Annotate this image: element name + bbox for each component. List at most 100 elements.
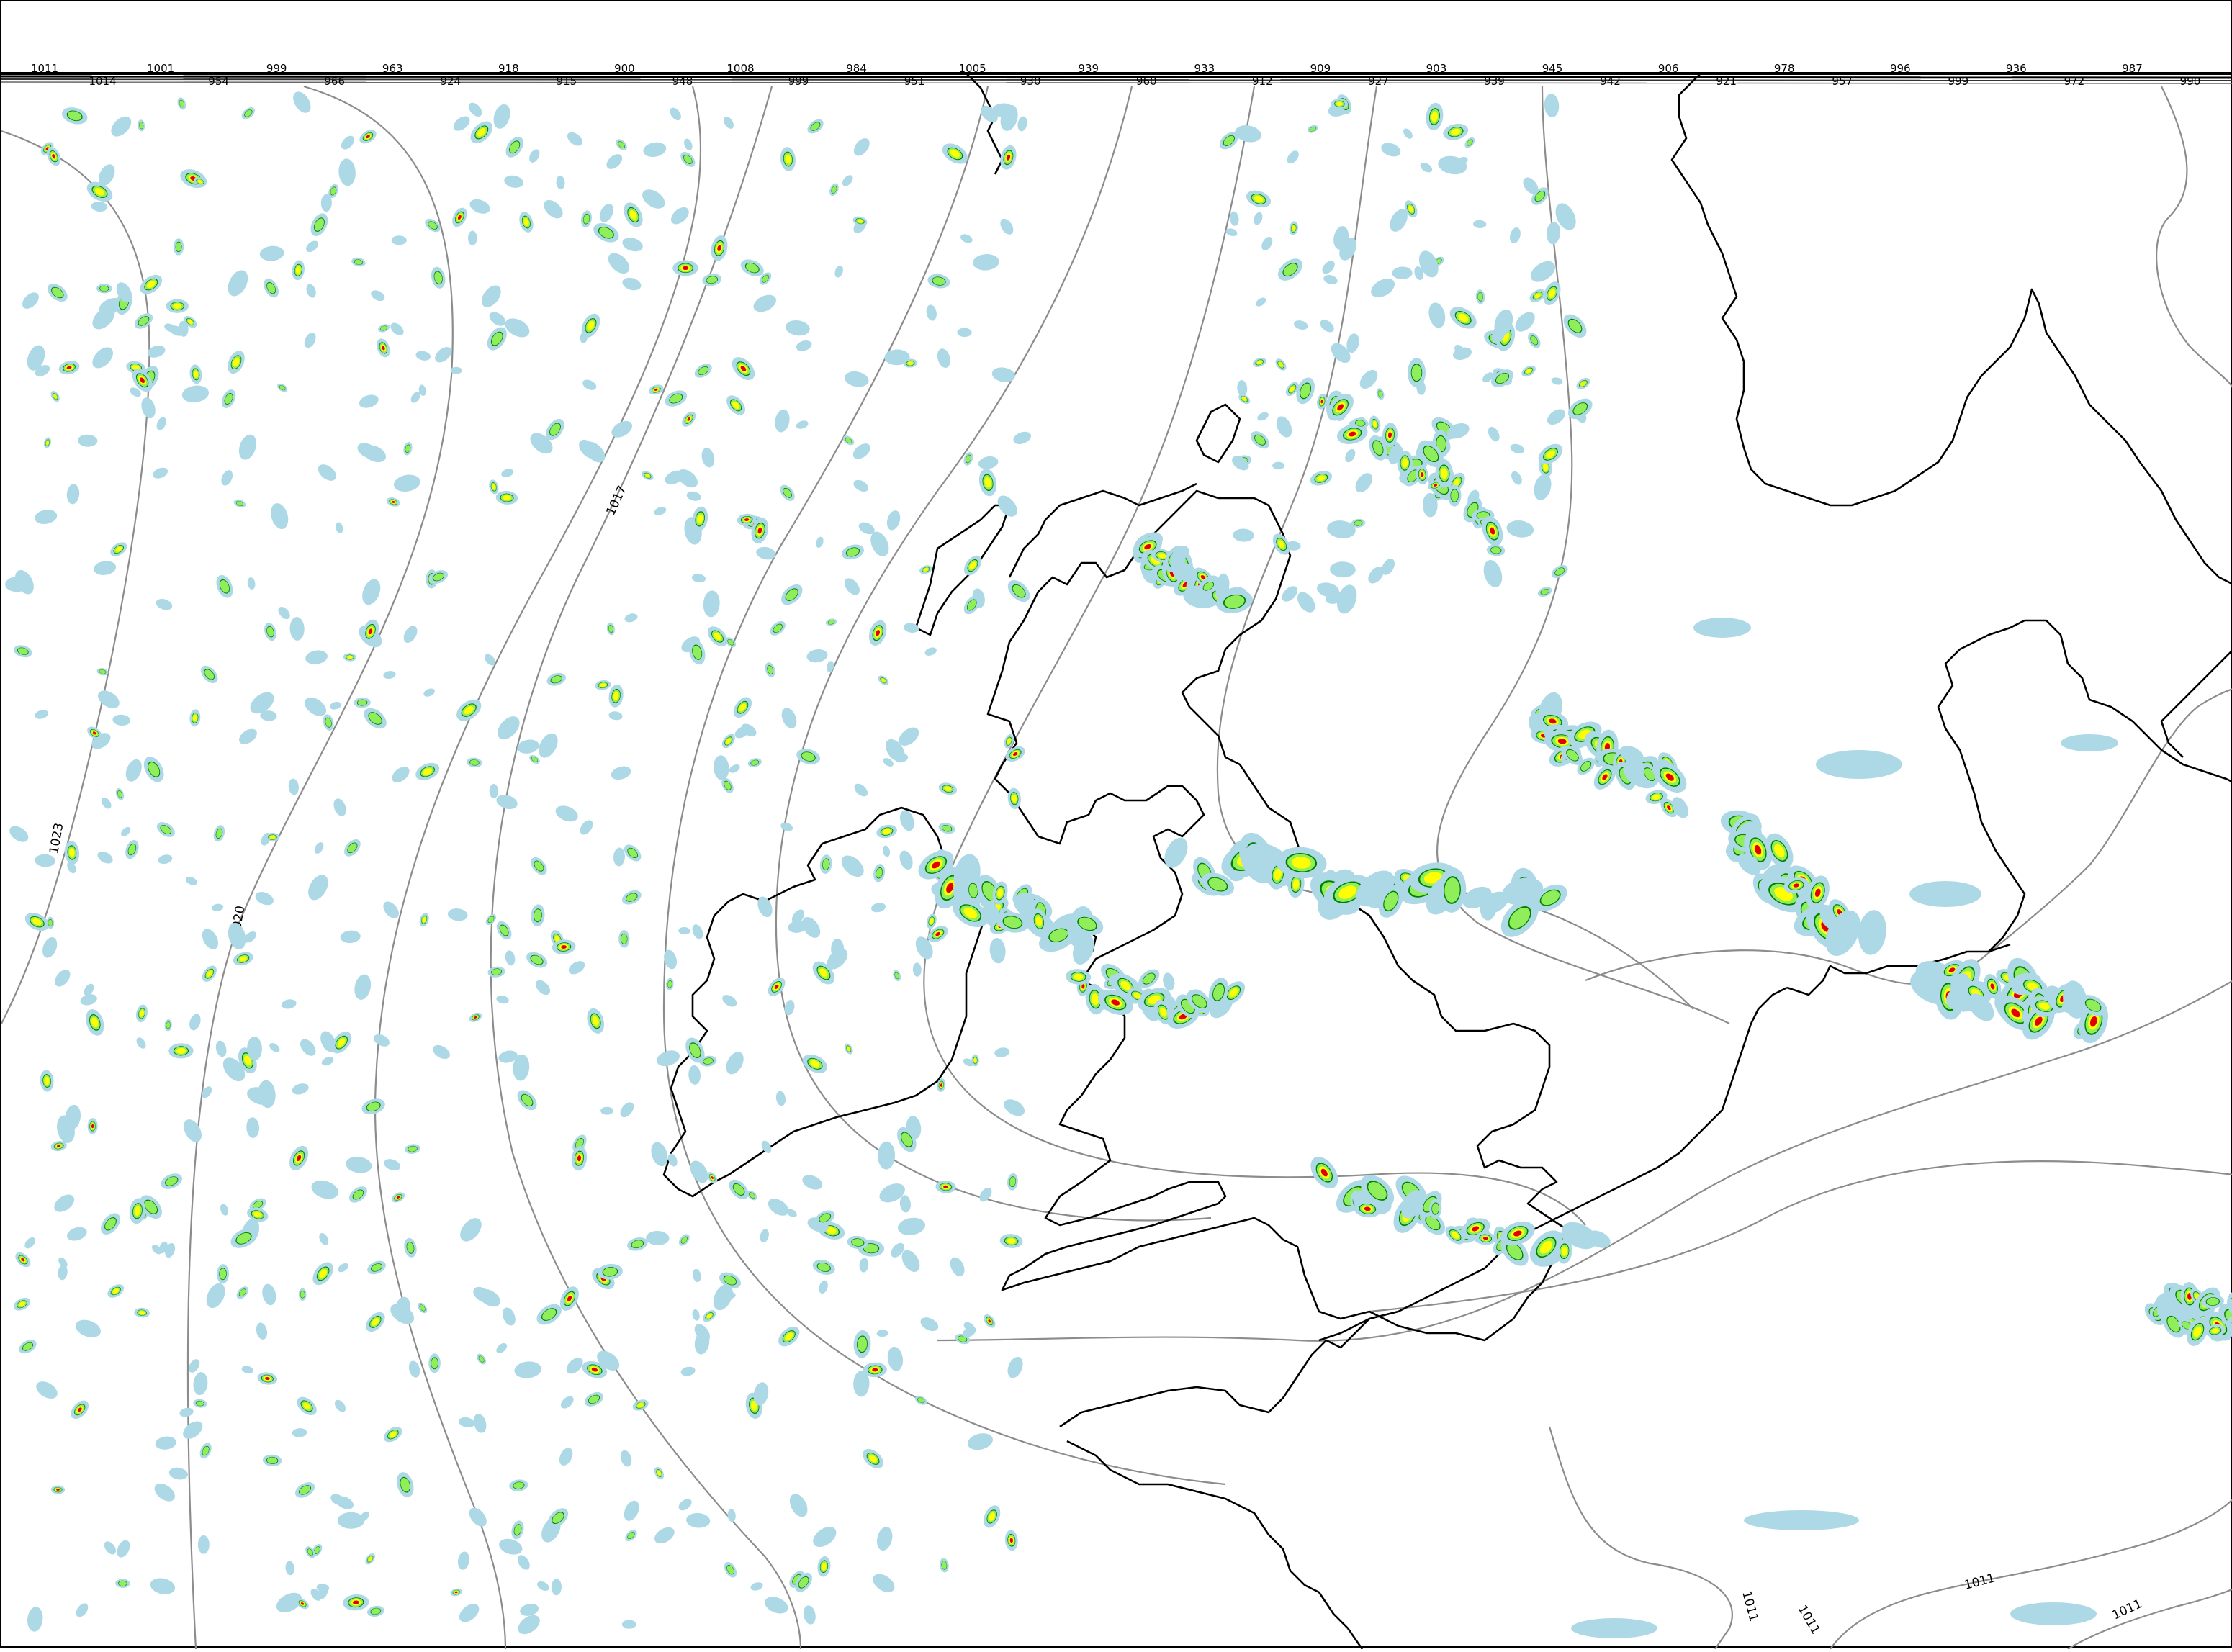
precip-cell xyxy=(238,434,257,460)
precip-cell xyxy=(853,479,869,492)
precip-cell xyxy=(691,574,706,583)
france-west-coast xyxy=(1066,1440,1364,1650)
precip-cell xyxy=(277,383,288,392)
precip-cell xyxy=(310,213,328,236)
norway-coast xyxy=(1670,73,2232,585)
top-edge-isobar-label: 990 xyxy=(2180,75,2201,88)
precip-cell xyxy=(957,328,972,338)
precip-cell xyxy=(469,1012,482,1022)
precip-light-patch xyxy=(1571,1618,1657,1638)
precip-cell xyxy=(257,1372,278,1385)
precip-cell xyxy=(926,304,937,321)
precip-cell xyxy=(692,1268,701,1283)
precip-cell xyxy=(367,1260,386,1275)
precip-cell xyxy=(97,851,113,864)
precip-cell xyxy=(765,662,775,677)
precip-cell xyxy=(1017,116,1027,132)
precip-cell xyxy=(47,284,68,302)
precip-cell xyxy=(729,764,740,773)
precip-cell xyxy=(873,864,886,883)
precip-cell xyxy=(383,901,399,918)
precip-cell xyxy=(428,1353,441,1373)
precip-cell xyxy=(1544,94,1560,118)
precip-cell xyxy=(789,1494,808,1517)
precip-cell xyxy=(158,854,173,865)
precip-cell xyxy=(802,1175,823,1190)
precip-cell xyxy=(1164,837,1188,868)
precip-cell xyxy=(168,1043,194,1059)
precip-cell xyxy=(111,116,132,137)
top-edge-isobar-label: 1005 xyxy=(959,62,986,75)
precip-cell xyxy=(536,1581,549,1591)
precip-cell xyxy=(308,875,328,901)
precip-cell xyxy=(294,1482,315,1498)
precip-cell xyxy=(775,1091,786,1106)
top-edge-isobar-label: 999 xyxy=(266,62,287,75)
top-edge-isobar-label: 909 xyxy=(1310,62,1331,75)
precip-cell xyxy=(768,1199,789,1216)
precip-cell xyxy=(531,857,547,875)
precip-cell xyxy=(403,441,413,456)
precip-cell xyxy=(876,1527,893,1551)
precip-cell xyxy=(1007,1356,1023,1378)
precip-cell xyxy=(289,1145,309,1171)
precip-cell xyxy=(135,1004,148,1023)
precip-cell xyxy=(914,1395,927,1405)
precip-cell xyxy=(216,574,233,598)
precip-cell xyxy=(489,312,506,326)
precip-cell xyxy=(621,1620,636,1629)
precip-cell xyxy=(1276,416,1292,438)
precip-cell xyxy=(206,1283,225,1309)
precip-cell xyxy=(469,199,490,214)
precip-cell xyxy=(393,474,420,492)
precip-cell xyxy=(967,1433,994,1450)
precip-cell xyxy=(726,1052,744,1075)
precip-cell xyxy=(613,847,625,867)
precip-cell xyxy=(1330,561,1356,578)
precip-cell xyxy=(1546,222,1561,245)
precip-cell xyxy=(1233,528,1254,542)
precip-cell xyxy=(246,1117,259,1138)
precip-cell xyxy=(340,930,361,944)
precip-cell xyxy=(559,1448,573,1466)
precip-cell xyxy=(876,824,897,839)
precip-cell xyxy=(66,1227,87,1241)
precip-cell xyxy=(156,598,173,610)
precip-cell xyxy=(364,708,387,729)
precip-cell xyxy=(247,577,256,590)
precip-cell xyxy=(125,759,142,782)
precip-cell xyxy=(999,1234,1023,1248)
precip-cell xyxy=(1376,388,1385,400)
precip-cell xyxy=(690,1160,708,1183)
precip-cell xyxy=(338,158,356,186)
precip-cell xyxy=(62,107,88,125)
precip-cell xyxy=(682,411,696,427)
precip-cell xyxy=(341,135,355,150)
precip-cell xyxy=(136,1037,146,1049)
precip-cell xyxy=(760,1229,769,1243)
precip-cell xyxy=(611,766,631,780)
precip-cell xyxy=(199,1443,212,1459)
precip-cell xyxy=(938,823,955,834)
precip-light-patch xyxy=(1744,1510,1859,1530)
precip-cell xyxy=(1426,102,1444,131)
precip-cell xyxy=(262,1283,276,1306)
precip-cell xyxy=(35,510,58,524)
precip-cell xyxy=(703,590,720,618)
precip-cell xyxy=(624,613,638,623)
precip-cell xyxy=(680,1366,696,1376)
coastlines xyxy=(662,73,2232,1650)
precip-cell xyxy=(377,338,390,358)
precip-cell xyxy=(912,962,922,977)
precip-cell xyxy=(871,903,886,913)
precip-cell xyxy=(672,260,698,276)
precip-cell xyxy=(154,1483,175,1502)
precip-cell xyxy=(1576,377,1590,389)
precip-cell xyxy=(1483,560,1503,587)
precip-cell xyxy=(112,714,131,726)
precip-cell xyxy=(1510,443,1525,453)
precip-cell xyxy=(868,620,887,646)
precip-cell xyxy=(684,138,693,151)
precip-cell xyxy=(722,995,737,1007)
precip-cell xyxy=(608,711,623,721)
